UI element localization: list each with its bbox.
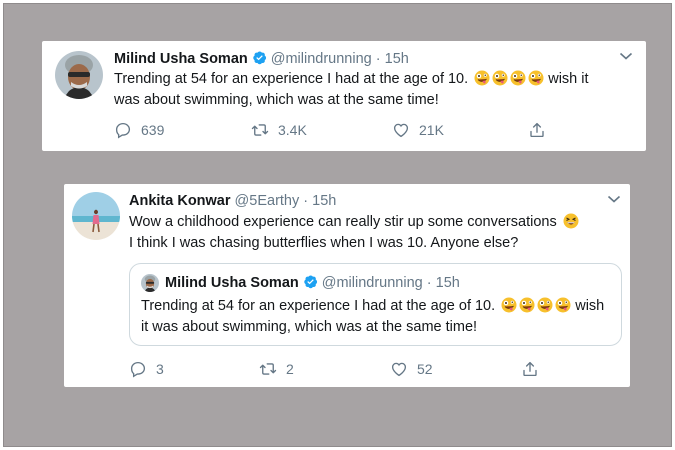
- author-handle: @milindrunning: [321, 275, 423, 291]
- author-name[interactable]: Ankita Konwar: [129, 193, 231, 209]
- tweet-card-ankita[interactable]: Ankita Konwar @5Earthy · 15h Wow a child…: [64, 184, 630, 387]
- grinning-squinting-face-emoji: [563, 213, 579, 229]
- zany-face-emoji: [501, 297, 517, 313]
- like-count: 52: [417, 361, 433, 377]
- zany-face-emoji: [528, 70, 544, 86]
- retweet-button[interactable]: 2: [259, 360, 294, 378]
- retweet-button[interactable]: 3.4K: [251, 121, 307, 139]
- like-button[interactable]: 52: [390, 360, 433, 378]
- separator: ·: [303, 193, 309, 209]
- avatar[interactable]: [72, 192, 120, 240]
- separator: ·: [426, 275, 432, 291]
- tweet-text-segment: Wow a childhood experience can really st…: [129, 214, 557, 230]
- tweet-text-line-1: Trending at 54 for an experience I had a…: [114, 69, 634, 90]
- avatar[interactable]: [55, 51, 103, 99]
- timestamp[interactable]: 15h: [385, 51, 409, 67]
- retweet-count: 3.4K: [278, 122, 307, 138]
- tweet-text: Wow a childhood experience can really st…: [129, 212, 619, 254]
- heart-icon: [392, 121, 410, 139]
- tweet-header: Milind Usha Soman @milindrunning · 15h: [114, 50, 409, 67]
- tweet-text-segment: wish: [575, 298, 605, 314]
- chevron-down-icon[interactable]: [619, 51, 633, 61]
- tweet-text-segment: Trending at 54 for an experience I had a…: [114, 71, 469, 87]
- tweet-text-segment: Trending at 54 for an experience I had a…: [141, 298, 496, 314]
- tweet-text-line-2: was about swimming, which was at the sam…: [114, 92, 439, 108]
- reply-icon: [114, 121, 132, 139]
- retweet-icon: [259, 360, 277, 378]
- tweet-card-milind[interactable]: Milind Usha Soman @milindrunning · 15h Tr…: [42, 41, 646, 151]
- tweet-text-line-2: I think I was chasing butterflies when I…: [129, 235, 519, 251]
- reply-count: 3: [156, 361, 164, 377]
- zany-face-emoji: [474, 70, 490, 86]
- author-name[interactable]: Milind Usha Soman: [114, 51, 248, 67]
- quoted-tweet-text: Trending at 54 for an experience I had a…: [141, 296, 619, 338]
- separator: ·: [375, 51, 381, 67]
- share-icon: [528, 121, 546, 139]
- tweet-header: Ankita Konwar @5Earthy · 15h: [129, 193, 336, 209]
- share-button[interactable]: [521, 360, 548, 378]
- author-handle[interactable]: @milindrunning: [271, 51, 372, 67]
- zany-face-emoji: [510, 70, 526, 86]
- verified-badge-icon: [303, 274, 318, 289]
- quoted-text-line-2: it was about swimming, which was at the …: [141, 319, 478, 335]
- tweet-text: Trending at 54 for an experience I had a…: [114, 69, 634, 111]
- avatar[interactable]: [141, 274, 159, 292]
- zany-face-emoji: [537, 297, 553, 313]
- reply-count: 639: [141, 122, 165, 138]
- tweet-actions: 3 2 52: [129, 360, 619, 380]
- share-icon: [521, 360, 539, 378]
- like-count: 21K: [419, 122, 444, 138]
- author-handle[interactable]: @5Earthy: [235, 193, 300, 209]
- zany-face-emoji: [492, 70, 508, 86]
- reply-icon: [129, 360, 147, 378]
- tweet-actions: 639 3.4K 21K: [114, 121, 634, 141]
- like-button[interactable]: 21K: [392, 121, 444, 139]
- tweet-text-line-1: Wow a childhood experience can really st…: [129, 212, 619, 233]
- verified-badge-icon: [252, 50, 267, 65]
- zany-face-emoji: [519, 297, 535, 313]
- reply-button[interactable]: 639: [114, 121, 164, 139]
- timestamp[interactable]: 15h: [312, 193, 336, 209]
- quoted-text-line-1: Trending at 54 for an experience I had a…: [141, 296, 619, 317]
- quoted-tweet[interactable]: Milind Usha Soman @milindrunning · 15h Tr…: [129, 263, 622, 346]
- tweet-text-segment: wish it: [548, 71, 589, 87]
- background-frame: Milind Usha Soman @milindrunning · 15h Tr…: [3, 3, 672, 447]
- retweet-icon: [251, 121, 269, 139]
- reply-button[interactable]: 3: [129, 360, 164, 378]
- timestamp: 15h: [435, 275, 460, 291]
- zany-face-emoji: [555, 297, 571, 313]
- share-button[interactable]: [528, 121, 555, 139]
- author-name: Milind Usha Soman: [165, 275, 299, 291]
- quoted-tweet-header: Milind Usha Soman @milindrunning · 15h: [165, 274, 460, 291]
- chevron-down-icon[interactable]: [607, 194, 621, 204]
- retweet-count: 2: [286, 361, 294, 377]
- heart-icon: [390, 360, 408, 378]
